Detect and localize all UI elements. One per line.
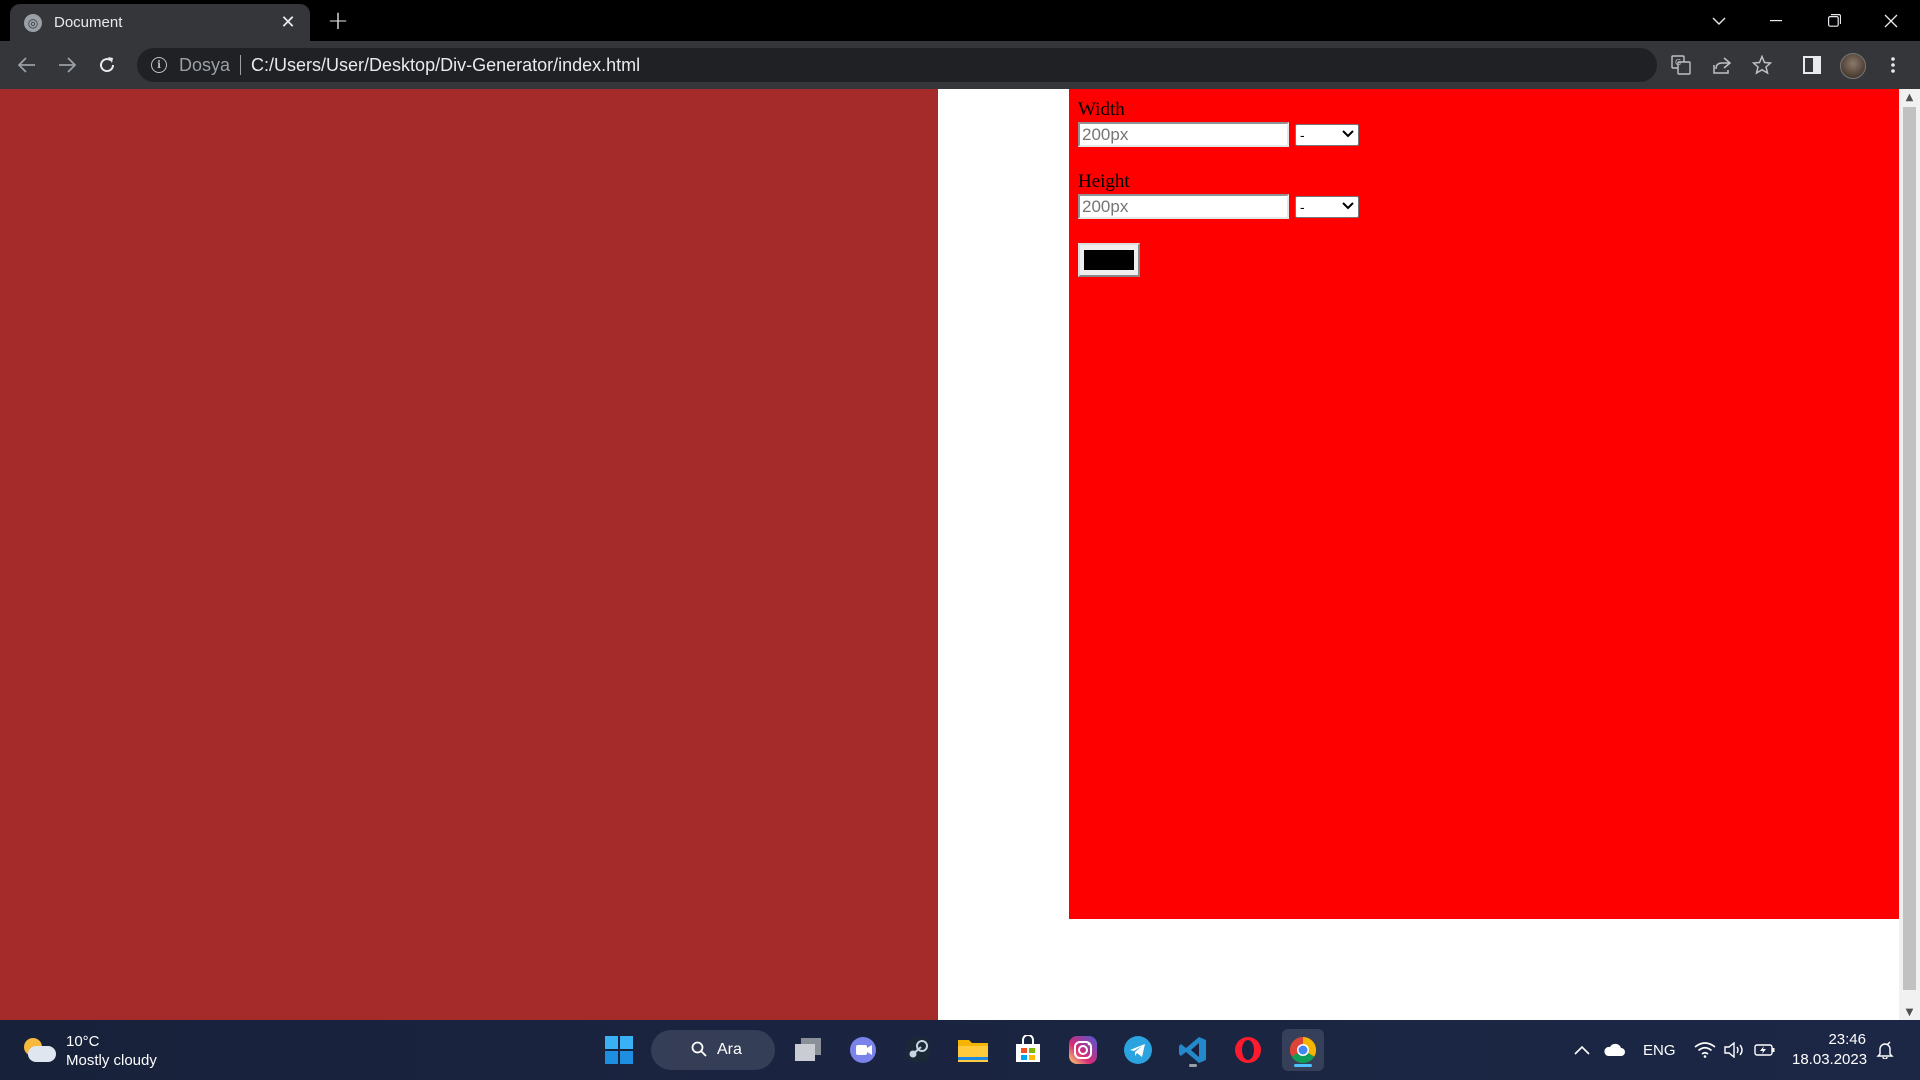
height-label: Height [1078,171,1130,192]
url-text[interactable]: C:/Users/User/Desktop/Div-Generator/inde… [251,55,640,76]
vscode-icon[interactable] [1172,1029,1214,1071]
generated-div-preview [0,89,938,1020]
restore-icon[interactable] [1805,0,1863,41]
width-unit-select[interactable]: - [1295,123,1359,146]
clock-date: 18.03.2023 [1792,1051,1868,1068]
url-separator [240,55,242,75]
volume-icon[interactable] [1724,1020,1746,1080]
height-row: - [1078,194,1890,219]
color-picker-button[interactable] [1078,243,1140,277]
forward-arrow-icon[interactable] [51,49,83,81]
chevron-down-icon [1342,200,1354,213]
file-explorer-icon[interactable] [952,1029,994,1071]
scroll-up-arrow-icon[interactable]: ▲ [1899,89,1920,105]
search-icon [691,1041,707,1057]
teams-chat-icon[interactable] [842,1029,884,1071]
tab-search-chevron-icon[interactable] [1690,0,1748,41]
share-icon[interactable] [1709,52,1735,78]
running-indicator [1189,1064,1197,1067]
bookmark-star-icon[interactable] [1749,52,1775,78]
width-row: - [1078,122,1890,147]
height-unit-value: - [1300,198,1305,215]
browser-tab[interactable]: ◎ Document ✕ [10,4,310,41]
new-tab-icon[interactable]: + [323,6,353,36]
notification-bell-icon[interactable] [1876,1020,1894,1080]
back-arrow-icon[interactable] [11,49,43,81]
chevron-down-icon [1342,128,1354,141]
clock-time: 23:46 [1828,1031,1866,1048]
windows-taskbar: 10°C Mostly cloudy Ara ENG 23:46 18.03.2… [0,1020,1920,1080]
weather-description: Mostly cloudy [66,1052,157,1069]
battery-icon[interactable] [1754,1020,1776,1080]
weather-widget[interactable]: 10°C Mostly cloudy [20,1032,157,1070]
kebab-menu-icon[interactable] [1880,52,1906,78]
microsoft-store-icon[interactable] [1007,1029,1049,1071]
partly-cloudy-icon [20,1036,56,1066]
tab-title: Document [54,14,123,31]
height-input[interactable] [1078,194,1289,219]
side-panel-icon[interactable] [1799,52,1825,78]
color-swatch [1084,250,1134,270]
minimize-icon[interactable] [1747,0,1805,41]
chrome-icon[interactable] [1282,1029,1324,1071]
show-hidden-icons-chevron-icon[interactable] [1574,1020,1590,1080]
translate-icon[interactable]: G [1668,52,1694,78]
search-label: Ara [717,1041,742,1058]
address-bar[interactable]: i Dosya C:/Users/User/Desktop/Div-Genera… [137,48,1657,82]
width-group: Width - [1078,99,1890,147]
url-scheme-label: Dosya [179,54,231,75]
wifi-icon[interactable] [1694,1020,1716,1080]
height-group: Height - [1078,171,1890,219]
page-viewport: Width - Height - [0,89,1920,1020]
onedrive-cloud-icon[interactable] [1603,1020,1625,1080]
windows-start-icon[interactable] [598,1029,640,1071]
svg-text:G: G [1675,58,1681,67]
globe-icon: ◎ [24,13,42,32]
language-indicator[interactable]: ENG [1643,1020,1676,1080]
browser-tab-strip: ◎ Document ✕ + [0,0,1920,41]
browser-toolbar: i Dosya C:/Users/User/Desktop/Div-Genera… [0,41,1920,89]
instagram-icon[interactable] [1062,1029,1104,1071]
reload-icon[interactable] [91,49,123,81]
site-info-icon[interactable]: i [151,57,167,73]
close-tab-icon[interactable]: ✕ [274,9,302,37]
opera-icon[interactable] [1227,1029,1269,1071]
scrollbar-thumb[interactable] [1903,107,1916,990]
steam-icon[interactable] [897,1029,939,1071]
page-scrollbar[interactable]: ▲ ▼ [1899,89,1920,1020]
width-unit-value: - [1300,126,1305,143]
scroll-down-arrow-icon[interactable]: ▼ [1899,1004,1920,1020]
temperature: 10°C [66,1033,100,1050]
telegram-icon[interactable] [1117,1029,1159,1071]
settings-panel: Width - Height - [1069,89,1899,919]
active-indicator [1294,1064,1312,1067]
close-window-icon[interactable] [1862,0,1920,41]
width-input[interactable] [1078,122,1289,147]
profile-avatar[interactable] [1840,53,1866,79]
width-label: Width [1078,99,1125,120]
system-clock[interactable]: 23:46 18.03.2023 [1792,1030,1868,1070]
weather-text: 10°C Mostly cloudy [66,1032,157,1070]
taskbar-search[interactable]: Ara [651,1030,775,1070]
height-unit-select[interactable]: - [1295,195,1359,218]
task-view-icon[interactable] [787,1029,829,1071]
